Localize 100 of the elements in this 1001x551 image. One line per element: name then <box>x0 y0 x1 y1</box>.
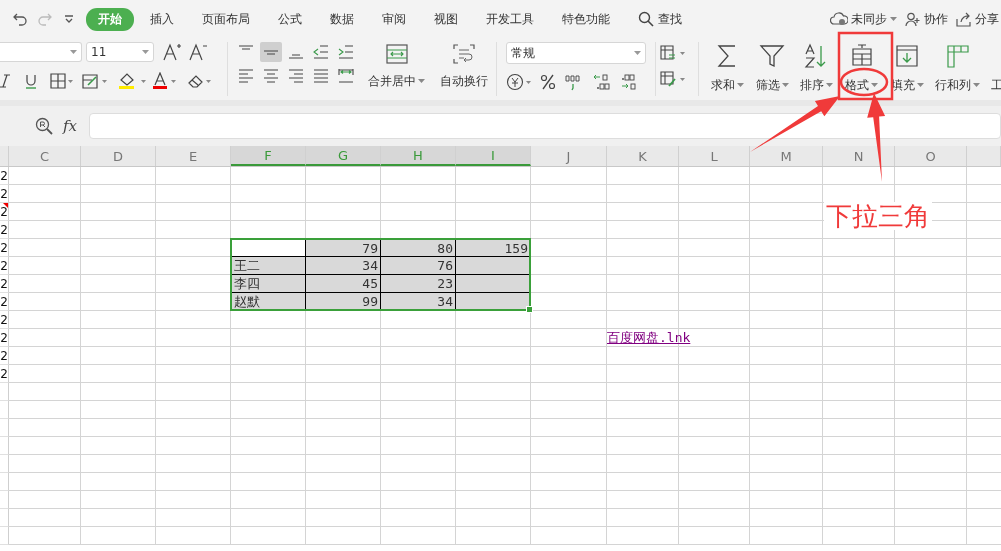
grid-cell <box>823 257 895 275</box>
zoom-icon[interactable] <box>35 117 53 135</box>
grid-cell <box>895 257 967 275</box>
column-header[interactable]: D <box>81 146 156 166</box>
caret-icon <box>781 83 789 88</box>
format-button[interactable]: 格式 <box>838 38 885 100</box>
menu-tab[interactable]: 视图 <box>422 7 470 31</box>
filter-button[interactable]: 筛选 <box>750 38 794 100</box>
row-number[interactable]: 2 <box>0 294 8 309</box>
highlight-ellipse <box>839 67 889 97</box>
grid-cell <box>823 329 895 347</box>
alignment-icon[interactable] <box>335 66 357 86</box>
grid-cell <box>607 257 679 275</box>
sum-button[interactable]: 求和 <box>705 38 750 100</box>
search-button[interactable]: 查找 <box>626 7 694 31</box>
row-number[interactable]: 2 <box>0 312 8 327</box>
grid-cell <box>895 275 967 293</box>
grid-cell <box>607 185 679 203</box>
share-icon <box>956 11 972 27</box>
menu-tab[interactable]: 数据 <box>318 7 366 31</box>
row-number[interactable]: 2 <box>0 258 8 273</box>
row-number[interactable]: 2 <box>0 240 8 255</box>
row-number[interactable]: 2 <box>0 186 8 201</box>
increase-decimal-icon[interactable] <box>592 73 612 91</box>
row-number[interactable]: 2 <box>0 276 8 291</box>
grid-cell <box>607 527 679 545</box>
row-number[interactable]: 2 <box>0 330 8 345</box>
grid-cell <box>607 491 679 509</box>
eraser-icon[interactable] <box>187 73 213 89</box>
grid-cell <box>679 185 750 203</box>
grid-cell <box>895 311 967 329</box>
merge-cells-icon <box>384 43 409 65</box>
thousands-separator-icon[interactable] <box>564 73 582 91</box>
undo-icon[interactable] <box>13 12 27 26</box>
grid-cell <box>679 239 750 257</box>
row-number[interactable]: 2 <box>0 348 8 363</box>
funnel-icon <box>759 43 785 69</box>
dropdown-icon[interactable] <box>63 13 75 25</box>
grid-cell <box>823 509 895 527</box>
merge-center-button[interactable]: 合并居中 <box>368 38 426 100</box>
grid-cell <box>823 419 895 437</box>
grid-cell <box>823 491 895 509</box>
grid-cell <box>607 239 679 257</box>
table-cell: 李四 <box>231 275 306 293</box>
menu-tab[interactable]: 开发工具 <box>474 7 546 31</box>
grid-cell <box>607 509 679 527</box>
font-color-icon[interactable] <box>153 72 179 90</box>
underline-icon[interactable] <box>24 73 38 89</box>
fill-handle[interactable] <box>526 306 533 313</box>
row-number[interactable]: 2 <box>0 204 8 219</box>
grid-cell <box>679 257 750 275</box>
column-header[interactable]: K <box>607 146 679 166</box>
row-number[interactable]: 2 <box>0 222 8 237</box>
sort-button[interactable]: 排序 <box>794 38 838 100</box>
alignment-icon[interactable] <box>260 42 282 62</box>
grid-cell <box>679 347 750 365</box>
cell-style-icon[interactable] <box>82 73 108 89</box>
number-format-field[interactable]: 常规 <box>506 42 646 64</box>
collaborate-button[interactable]: 协作 <box>905 10 948 28</box>
grid-cell <box>607 203 679 221</box>
menu-tab[interactable]: 插入 <box>138 7 186 31</box>
grid-cell <box>679 311 750 329</box>
sync-button[interactable]: 未同步 <box>830 10 897 28</box>
grid-cell <box>607 221 679 239</box>
row-number[interactable]: 2 <box>0 168 8 183</box>
caret-icon <box>634 50 641 56</box>
grid-cell <box>679 203 750 221</box>
function-label[interactable]: fx <box>63 117 77 135</box>
font-size-field[interactable]: 11 <box>86 42 154 62</box>
grid-cell <box>895 473 967 491</box>
column-header[interactable]: L <box>679 146 750 166</box>
table-cell: 王二 <box>231 257 306 275</box>
formula-input[interactable] <box>89 113 1001 139</box>
grid-cell <box>895 383 967 401</box>
column-header[interactable]: C <box>9 146 81 166</box>
row-number[interactable]: 2 <box>0 366 8 381</box>
grid-cell <box>679 527 750 545</box>
rows-button[interactable]: 行和列 <box>929 38 985 100</box>
table-cell: 45 <box>306 275 381 293</box>
menu-tab[interactable]: 公式 <box>266 7 314 31</box>
currency-icon[interactable] <box>506 73 534 91</box>
grid-cell <box>679 473 750 491</box>
column-header[interactable]: J <box>531 146 607 166</box>
font-name-field[interactable] <box>0 42 82 62</box>
fill-color-icon[interactable] <box>118 72 148 90</box>
grid-cell <box>895 455 967 473</box>
increase-font-icon[interactable] <box>162 42 182 62</box>
menu-tab[interactable]: 审阅 <box>370 7 418 31</box>
grid-cell <box>679 419 750 437</box>
percent-icon[interactable] <box>540 73 556 91</box>
menu-tab[interactable]: 特色功能 <box>550 7 622 31</box>
share-button[interactable]: 分享 <box>956 10 999 28</box>
file-link[interactable]: 百度网盘.lnk <box>607 329 691 346</box>
decrease-font-icon[interactable] <box>188 42 208 62</box>
borders-icon[interactable] <box>50 73 74 89</box>
wrap-text-button[interactable]: 自动换行 <box>439 38 488 100</box>
italic-icon[interactable] <box>0 73 10 89</box>
column-header[interactable]: O <box>895 146 967 166</box>
annotation-text: 下拉三角 <box>824 202 932 230</box>
menu-tab[interactable]: 页面布局 <box>190 7 262 31</box>
